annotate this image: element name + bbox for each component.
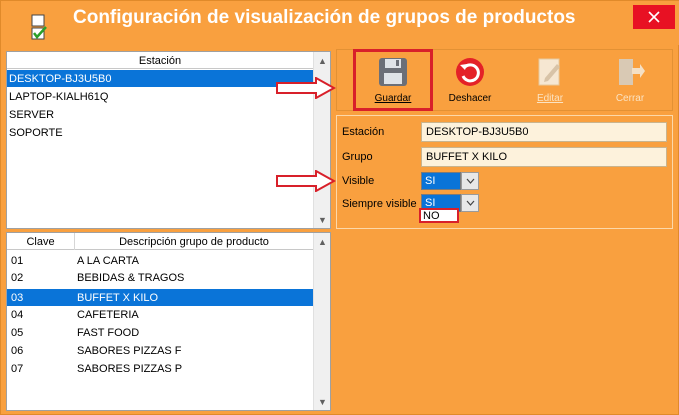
siempre-visible-label: Siempre visible: [342, 198, 417, 210]
column-header-estacion[interactable]: Estación: [7, 52, 314, 69]
guardar-button[interactable]: Guardar: [353, 49, 433, 111]
table-row[interactable]: 02 BEBIDAS & TRAGOS: [7, 269, 314, 286]
editar-button[interactable]: Editar: [513, 52, 587, 108]
column-header-descripcion[interactable]: Descripción grupo de producto: [75, 233, 314, 250]
descripcion-cell: BEBIDAS & TRAGOS: [77, 271, 185, 284]
scroll-down-icon[interactable]: ▼: [314, 211, 330, 228]
visible-select[interactable]: SI: [421, 172, 479, 190]
descripcion-cell: A LA CARTA: [77, 254, 139, 267]
exit-door-icon: [613, 55, 647, 89]
grupo-field[interactable]: BUFFET X KILO: [421, 147, 667, 167]
cerrar-button[interactable]: Cerrar: [593, 52, 667, 108]
chevron-down-icon[interactable]: [461, 194, 479, 212]
window-title: Configuración de visualización de grupos…: [73, 7, 576, 28]
editar-label: Editar: [536, 93, 564, 104]
station-item-label: LAPTOP-KIALH61Q: [9, 90, 109, 103]
station-item[interactable]: SOPORTE: [7, 124, 314, 141]
descripcion-cell: SABORES PIZZAS P: [77, 362, 183, 375]
undo-icon: [453, 55, 487, 89]
clave-cell: 03: [11, 291, 24, 304]
clave-cell: 01: [11, 254, 24, 267]
arrow-right-icon: [276, 77, 336, 99]
close-icon: [648, 11, 660, 23]
visible-select-value: SI: [421, 172, 461, 190]
dialog-window: Configuración de visualización de grupos…: [0, 0, 679, 415]
edit-document-icon: [533, 55, 567, 89]
clave-cell: 06: [11, 344, 24, 357]
station-item-label: DESKTOP-BJ3U5B0: [9, 72, 112, 85]
clave-cell: 07: [11, 362, 24, 375]
descripcion-cell: BUFFET X KILO: [77, 291, 159, 304]
clave-cell: 02: [11, 271, 24, 284]
estacion-label: Estación: [342, 126, 385, 138]
table-row[interactable]: 05 FAST FOOD: [7, 324, 314, 341]
visible-label: Visible: [342, 175, 375, 187]
product-groups-list[interactable]: Clave Descripción grupo de producto 01 A…: [6, 232, 331, 411]
deshacer-label: Deshacer: [448, 93, 492, 104]
dropdown-option-no[interactable]: NO: [419, 208, 459, 223]
station-item-label: SOPORTE: [9, 126, 63, 139]
deshacer-button[interactable]: Deshacer: [433, 52, 507, 108]
descripcion-cell: FAST FOOD: [77, 326, 140, 339]
descripcion-cell: CAFETERIA: [77, 308, 139, 321]
column-header-clave[interactable]: Clave: [7, 233, 75, 250]
table-row[interactable]: 04 CAFETERIA: [7, 306, 314, 323]
estacion-field[interactable]: DESKTOP-BJ3U5B0: [421, 122, 667, 142]
station-item[interactable]: SERVER: [7, 106, 314, 123]
guardar-label: Guardar: [374, 93, 412, 104]
groups-list-header: Clave Descripción grupo de producto: [7, 233, 314, 250]
title-bar: Configuración de visualización de grupos…: [1, 1, 679, 45]
clave-cell: 05: [11, 326, 24, 339]
grupo-label: Grupo: [342, 151, 373, 163]
chevron-down-icon[interactable]: [461, 172, 479, 190]
toolbar: Guardar Deshacer Editar Cerrar: [336, 49, 673, 111]
station-item[interactable]: LAPTOP-KIALH61Q: [7, 88, 314, 105]
groups-scrollbar[interactable]: ▲ ▼: [313, 233, 330, 410]
close-window-button[interactable]: [633, 5, 675, 29]
details-panel: Estación DESKTOP-BJ3U5B0 Grupo BUFFET X …: [336, 115, 673, 229]
cerrar-label: Cerrar: [615, 93, 645, 104]
table-row[interactable]: 03 BUFFET X KILO: [7, 289, 314, 306]
station-item[interactable]: DESKTOP-BJ3U5B0: [7, 70, 314, 87]
scroll-up-icon[interactable]: ▲: [314, 233, 330, 250]
checklist-app-icon: [29, 13, 49, 41]
floppy-disk-icon: [376, 55, 410, 89]
station-item-label: SERVER: [9, 108, 55, 121]
scroll-down-icon[interactable]: ▼: [314, 393, 330, 410]
table-row[interactable]: 01 A LA CARTA: [7, 252, 314, 269]
descripcion-cell: SABORES PIZZAS F: [77, 344, 182, 357]
stations-list-header: Estación: [7, 52, 314, 69]
clave-cell: 04: [11, 308, 24, 321]
scroll-up-icon[interactable]: ▲: [314, 52, 330, 69]
arrow-right-icon: [276, 170, 336, 192]
table-row[interactable]: 06 SABORES PIZZAS F: [7, 342, 314, 359]
table-row[interactable]: 07 SABORES PIZZAS P: [7, 360, 314, 377]
